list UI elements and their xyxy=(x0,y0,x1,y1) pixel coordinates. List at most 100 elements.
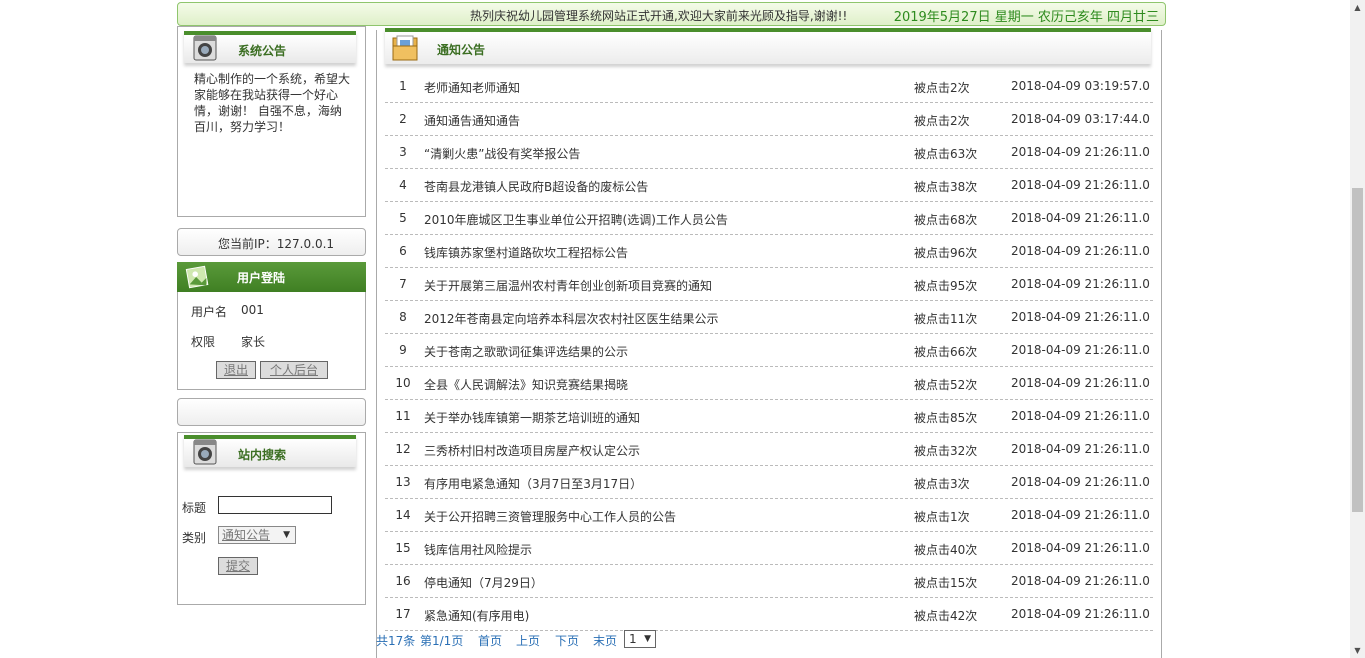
site-search-title: 站内搜索 xyxy=(238,448,287,462)
click-count: 被点击40次 xyxy=(914,543,978,557)
publish-time: 2018-04-09 21:26:11.0 xyxy=(1011,607,1150,621)
row-number: 10 xyxy=(395,376,411,390)
notice-row[interactable]: 17 紧急通知(有序用电) 被点击42次 2018-04-09 21:26:11.0 xyxy=(385,598,1153,631)
row-number: 6 xyxy=(399,244,407,258)
role-value: 家长 xyxy=(241,335,266,349)
washing-machine-icon xyxy=(193,439,217,465)
ip-text: 您当前IP：127.0.0.1 xyxy=(218,237,335,251)
notice-title-link[interactable]: 停电通知（7月29日） xyxy=(424,574,543,591)
notice-row[interactable]: 1 老师通知老师通知 被点击2次 2018-04-09 03:19:57.0 xyxy=(385,70,1153,103)
site-search-header: 站内搜索 xyxy=(184,435,356,467)
dropdown-arrow-icon: ▼ xyxy=(283,530,290,540)
notice-title-link[interactable]: 全县《人民调解法》知识竞赛结果揭晓 xyxy=(424,376,628,393)
notice-row[interactable]: 13 有序用电紧急通知（3月7日至3月17日） 被点击3次 2018-04-09 21… xyxy=(385,466,1153,499)
search-title-input[interactable] xyxy=(218,496,332,514)
date-display: 2019年5月27日 星期一 农历己亥年 四月廿三 xyxy=(893,10,1159,25)
username-value: 001 xyxy=(241,303,264,317)
notice-row[interactable]: 15 钱库信用社风险提示 被点击40次 2018-04-09 21:26:11.0 xyxy=(385,532,1153,565)
notice-title-link[interactable]: 2010年鹿城区卫生事业单位公开招聘(选调)工作人员公告 xyxy=(424,211,728,228)
search-submit-button[interactable]: 提交 xyxy=(218,557,258,575)
username-row: 用户名 001 xyxy=(191,303,264,320)
notice-title-link[interactable]: 2012年苍南县定向培养本科层次农村社区医生结果公示 xyxy=(424,310,719,327)
pager-last-link[interactable]: 末页 xyxy=(593,632,617,649)
search-title-label: 标题 xyxy=(182,501,207,515)
row-number: 12 xyxy=(395,442,411,456)
page-select[interactable]: 1 ▼ xyxy=(624,630,656,648)
notice-title-link[interactable]: 通知通告通知通告 xyxy=(424,112,520,129)
notice-row[interactable]: 12 三秀桥村旧村改造项目房屋产权认定公示 被点击32次 2018-04-09 21:… xyxy=(385,433,1153,466)
notice-title-link[interactable]: 关于公开招聘三资管理服务中心工作人员的公告 xyxy=(424,508,676,525)
notice-row[interactable]: 2 通知通告通知通告 被点击2次 2018-04-09 03:17:44.0 xyxy=(385,103,1153,136)
folder-icon xyxy=(392,35,418,61)
row-number: 16 xyxy=(395,574,411,588)
personal-backend-button[interactable]: 个人后台 xyxy=(260,361,328,379)
pager-next-link[interactable]: 下页 xyxy=(555,632,579,649)
click-count: 被点击11次 xyxy=(914,312,978,326)
notice-row[interactable]: 16 停电通知（7月29日） 被点击15次 2018-04-09 21:26:11.0 xyxy=(385,565,1153,598)
notice-row[interactable]: 6 钱库镇苏家堡村道路砍坎工程招标公告 被点击96次 2018-04-09 21:26… xyxy=(385,235,1153,268)
top-announcement-bar: 热列庆祝幼儿园管理系统网站正式开通,欢迎大家前来光顾及指导,谢谢!! 2019年… xyxy=(177,2,1166,26)
vertical-scrollbar[interactable]: ▲ ▼ xyxy=(1350,0,1365,658)
notice-title-link[interactable]: 关于苍南之歌歌词征集评选结果的公示 xyxy=(424,343,628,360)
row-number: 15 xyxy=(395,541,411,555)
site-search-panel: 站内搜索 标题 类别 通知公告 ▼ 提交 xyxy=(177,432,366,605)
click-count: 被点击63次 xyxy=(914,147,978,161)
click-count: 被点击95次 xyxy=(914,279,978,293)
notice-title-link[interactable]: 钱库信用社风险提示 xyxy=(424,541,532,558)
publish-time: 2018-04-09 21:26:11.0 xyxy=(1011,343,1150,357)
notice-row[interactable]: 7 关于开展第三届温州农村青年创业创新项目竞赛的通知 被点击95次 2018-04-0… xyxy=(385,268,1153,301)
click-count: 被点击42次 xyxy=(914,609,978,623)
row-number: 14 xyxy=(395,508,411,522)
notice-title-link[interactable]: 钱库镇苏家堡村道路砍坎工程招标公告 xyxy=(424,244,628,261)
click-count: 被点击3次 xyxy=(914,477,970,491)
login-panel: 用户名 001 权限 家长 退出 个人后台 xyxy=(177,292,366,390)
notice-title-link[interactable]: “清剿火患”战役有奖举报公告 xyxy=(424,145,580,162)
click-count: 被点击52次 xyxy=(914,378,978,392)
scroll-down-icon[interactable]: ▼ xyxy=(1350,643,1365,658)
system-notice-header: 系统公告 xyxy=(184,31,356,63)
row-number: 17 xyxy=(395,607,411,621)
logout-button[interactable]: 退出 xyxy=(216,361,256,379)
marquee-message: 热列庆祝幼儿园管理系统网站正式开通,欢迎大家前来光顾及指导,谢谢!! xyxy=(470,9,848,23)
notice-row[interactable]: 10 全县《人民调解法》知识竞赛结果揭晓 被点击52次 2018-04-09 21:2… xyxy=(385,367,1153,400)
row-number: 2 xyxy=(399,112,407,126)
publish-time: 2018-04-09 21:26:11.0 xyxy=(1011,574,1150,588)
publish-time: 2018-04-09 21:26:11.0 xyxy=(1011,409,1150,423)
notice-row[interactable]: 9 关于苍南之歌歌词征集评选结果的公示 被点击66次 2018-04-09 21:26… xyxy=(385,334,1153,367)
notice-row[interactable]: 5 2010年鹿城区卫生事业单位公开招聘(选调)工作人员公告 被点击68次 2018-… xyxy=(385,202,1153,235)
washing-machine-icon xyxy=(193,35,217,61)
notice-row[interactable]: 3 “清剿火患”战役有奖举报公告 被点击63次 2018-04-09 21:26:11… xyxy=(385,136,1153,169)
pager-prev-link[interactable]: 上页 xyxy=(516,632,540,649)
pager-total: 共17条 xyxy=(376,634,416,648)
notice-row[interactable]: 8 2012年苍南县定向培养本科层次农村社区医生结果公示 被点击11次 2018-04… xyxy=(385,301,1153,334)
search-category-select[interactable]: 通知公告 ▼ xyxy=(218,526,296,544)
click-count: 被点击96次 xyxy=(914,246,978,260)
publish-time: 2018-04-09 21:26:11.0 xyxy=(1011,211,1150,225)
notice-title-link[interactable]: 三秀桥村旧村改造项目房屋产权认定公示 xyxy=(424,442,640,459)
pager-first-link[interactable]: 首页 xyxy=(478,632,502,649)
publish-time: 2018-04-09 21:26:11.0 xyxy=(1011,277,1150,291)
row-number: 8 xyxy=(399,310,407,324)
click-count: 被点击68次 xyxy=(914,213,978,227)
click-count: 被点击15次 xyxy=(914,576,978,590)
role-row: 权限 家长 xyxy=(191,333,265,350)
notice-title-link[interactable]: 老师通知老师通知 xyxy=(424,79,520,96)
click-count: 被点击32次 xyxy=(914,444,978,458)
photo-icon xyxy=(185,265,209,289)
notice-title-link[interactable]: 关于开展第三届温州农村青年创业创新项目竞赛的通知 xyxy=(424,277,712,294)
role-label: 权限 xyxy=(191,335,216,349)
scroll-up-icon[interactable]: ▲ xyxy=(1350,0,1365,15)
notice-row[interactable]: 14 关于公开招聘三资管理服务中心工作人员的公告 被点击1次 2018-04-09 2… xyxy=(385,499,1153,532)
scrollbar-thumb[interactable] xyxy=(1352,188,1363,512)
click-count: 被点击66次 xyxy=(914,345,978,359)
notice-row[interactable]: 11 关于举办钱库镇第一期茶艺培训班的通知 被点击85次 2018-04-09 21:… xyxy=(385,400,1153,433)
notice-title-link[interactable]: 有序用电紧急通知（3月7日至3月17日） xyxy=(424,475,642,492)
click-count: 被点击2次 xyxy=(914,81,970,95)
empty-bar xyxy=(177,398,366,426)
row-number: 13 xyxy=(395,475,411,489)
notice-row[interactable]: 4 苍南县龙港镇人民政府B超设备的废标公告 被点击38次 2018-04-09 21:… xyxy=(385,169,1153,202)
row-number: 9 xyxy=(399,343,407,357)
notice-title-link[interactable]: 苍南县龙港镇人民政府B超设备的废标公告 xyxy=(424,178,648,195)
notice-title-link[interactable]: 关于举办钱库镇第一期茶艺培训班的通知 xyxy=(424,409,640,426)
notice-title-link[interactable]: 紧急通知(有序用电) xyxy=(424,607,529,624)
